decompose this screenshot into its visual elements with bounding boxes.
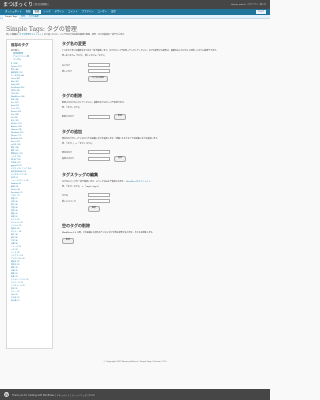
add-existing-row: 既存のタグ (62, 150, 252, 154)
delete-row: 削除するタグ 削除 (62, 114, 252, 120)
slug-tag-label: タグ名 (62, 194, 69, 197)
thanks-text: Thank you for creating with WordPress | … (12, 393, 95, 397)
menu-item[interactable]: リンク (41, 10, 52, 14)
slug-doc-link[interactable]: WordPressのドキュメント (126, 181, 150, 183)
delete-title: タグの削除 (62, 93, 82, 98)
menu-item[interactable]: デザイン (52, 10, 66, 14)
delete-button[interactable]: 削除 (114, 114, 127, 120)
delete-tag-input[interactable] (88, 114, 110, 119)
add-existing-label: 既存のタグ (62, 151, 73, 154)
add-desc: 既存のタグが入っているすべての投稿にタグを追加します。空欄にするとすべての投稿に… (62, 138, 160, 140)
add-title: タグの追加 (62, 129, 82, 134)
rename-example: 例: 古いタグ=「タグ1」 新しいタグ=「タグ2」 (62, 55, 106, 57)
cleanup-button[interactable]: 削除 (62, 238, 75, 244)
menu-item[interactable]: ダッシュボード (3, 10, 24, 14)
menu-item[interactable]: プラグイン (80, 10, 96, 14)
help-button[interactable]: ヘルプ (255, 10, 266, 14)
slug-new-input[interactable] (88, 199, 110, 203)
add-new-row: 追加するタグ 追加 (62, 156, 252, 162)
add-existing-input[interactable] (88, 150, 110, 154)
submenu: Simple Tags 管理 タグを編集 (0, 15, 270, 19)
submenu-item[interactable]: 管理 (19, 16, 27, 19)
menu-item[interactable]: 設定 (109, 10, 118, 14)
delete-desc: 削除するタグを入力してください。複数のタグはカンマで区切ります。 (62, 102, 126, 104)
site-title[interactable]: まつぼっくり (3, 1, 33, 8)
user-info[interactable]: Howdy, admin! | ログアウト | 使い方 (231, 3, 266, 6)
add-button[interactable]: 追加 (114, 156, 127, 162)
add-section: タグの追加 既存のタグが入っているすべての投稿にタグを追加します。空欄にするとす… (62, 129, 252, 162)
sort-option[interactable]: ランダム (13, 59, 50, 62)
slug-example: 例: 「タグ1, タグ2」 → 「tag-1, tag-2」 (62, 186, 100, 188)
page-title: Simple Tags: タグの管理 (6, 26, 77, 33)
slug-edit-button[interactable]: 編集 (88, 206, 101, 212)
slug-new-label: 新しいスラッグ (62, 200, 77, 203)
slug-tag-input[interactable] (88, 193, 110, 197)
old-tag-input[interactable] (88, 63, 110, 67)
add-new-input[interactable] (88, 156, 110, 161)
cleanup-section: 空のタグの削除 WordPress 2.3 以降、どの投稿にも使われていないタグ… (62, 223, 252, 244)
menu-item[interactable]: コメント (66, 10, 80, 14)
delete-tag-label: 削除するタグ (62, 116, 75, 119)
rename-button[interactable]: タグ名を変更 (88, 76, 109, 82)
old-tag-label: 古いタグ (62, 64, 71, 67)
tag-list: R (128) Python (97) 統計 (85) 機械学習 (73) データ分析 … (11, 63, 50, 303)
admin-header: まつぼっくり サイトを表示 Howdy, admin! | ログアウト | 使い… (0, 0, 270, 9)
rename-old-row: 古いタグ (62, 63, 252, 67)
footer: © Copyright 2007 Amaury Balmer | Simple … (103, 361, 167, 363)
submenu-item[interactable]: Simple Tags (3, 15, 19, 19)
rename-new-row: 新しいタグ (62, 69, 252, 73)
delete-example: 例: 「タグ1, タグ2」 (62, 107, 82, 109)
cleanup-desc: WordPress 2.3 以降、どの投稿にも使われていないタグが残る場合があり… (62, 232, 155, 234)
add-new-label: 追加するタグ (62, 158, 75, 161)
visit-site-button[interactable]: サイトを表示 (33, 3, 50, 6)
slug-tag-row: タグ名 (62, 193, 252, 197)
existing-tags-title: 既存のタグ (11, 43, 29, 47)
submenu-item[interactable]: タグを編集 (27, 16, 41, 19)
slug-desc: タグのスラッグを一括で変更します。スラッグはURLで使用されます。 WordPr… (62, 181, 151, 183)
slug-title: タグスラッグの編集 (62, 172, 98, 177)
menu-item[interactable]: 管理 (32, 10, 42, 14)
rename-title: タグ名の変更 (62, 41, 86, 46)
new-tag-label: 新しいタグ (62, 70, 73, 73)
intro-text: 詳しい情報は: タグの管理のドキュメント をご覧ください。ここではタグの名前の変… (6, 34, 126, 36)
cleanup-title: 空のタグの削除 (62, 223, 90, 228)
tag-item[interactable]: 未分類 (1) (11, 300, 50, 303)
slug-new-row: 新しいスラッグ (62, 199, 252, 203)
delete-section: タグの削除 削除するタグを入力してください。複数のタグはカンマで区切ります。 例… (62, 93, 252, 120)
documentation-link[interactable]: タグの管理のドキュメント (19, 34, 43, 36)
add-example: 例: 「タグ1」 → 「タグ2, タグ3」 (62, 143, 94, 145)
menu-item[interactable]: ユーザー (96, 10, 110, 14)
new-tag-input[interactable] (88, 69, 110, 73)
rename-section: タグ名の変更 1つのタグまたは複数のタグ名を一括で変更します。タグをカンマで区切… (62, 41, 252, 82)
menu-item[interactable]: 投稿 (24, 10, 33, 14)
existing-tags-panel: 既存のタグ 並び替え: 使用回数順 アルファベット順 ランダム R (128) Pyt… (6, 39, 53, 349)
rename-desc: 1つのタグまたは複数のタグ名を一括で変更します。タグをカンマで区切って入力してく… (62, 50, 218, 52)
wordpress-logo-icon[interactable]: W (4, 392, 9, 397)
bottom-bar: W Thank you for creating with WordPress … (0, 389, 270, 400)
slug-section: タグスラッグの編集 タグのスラッグを一括で変更します。スラッグはURLで使用され… (62, 172, 252, 212)
